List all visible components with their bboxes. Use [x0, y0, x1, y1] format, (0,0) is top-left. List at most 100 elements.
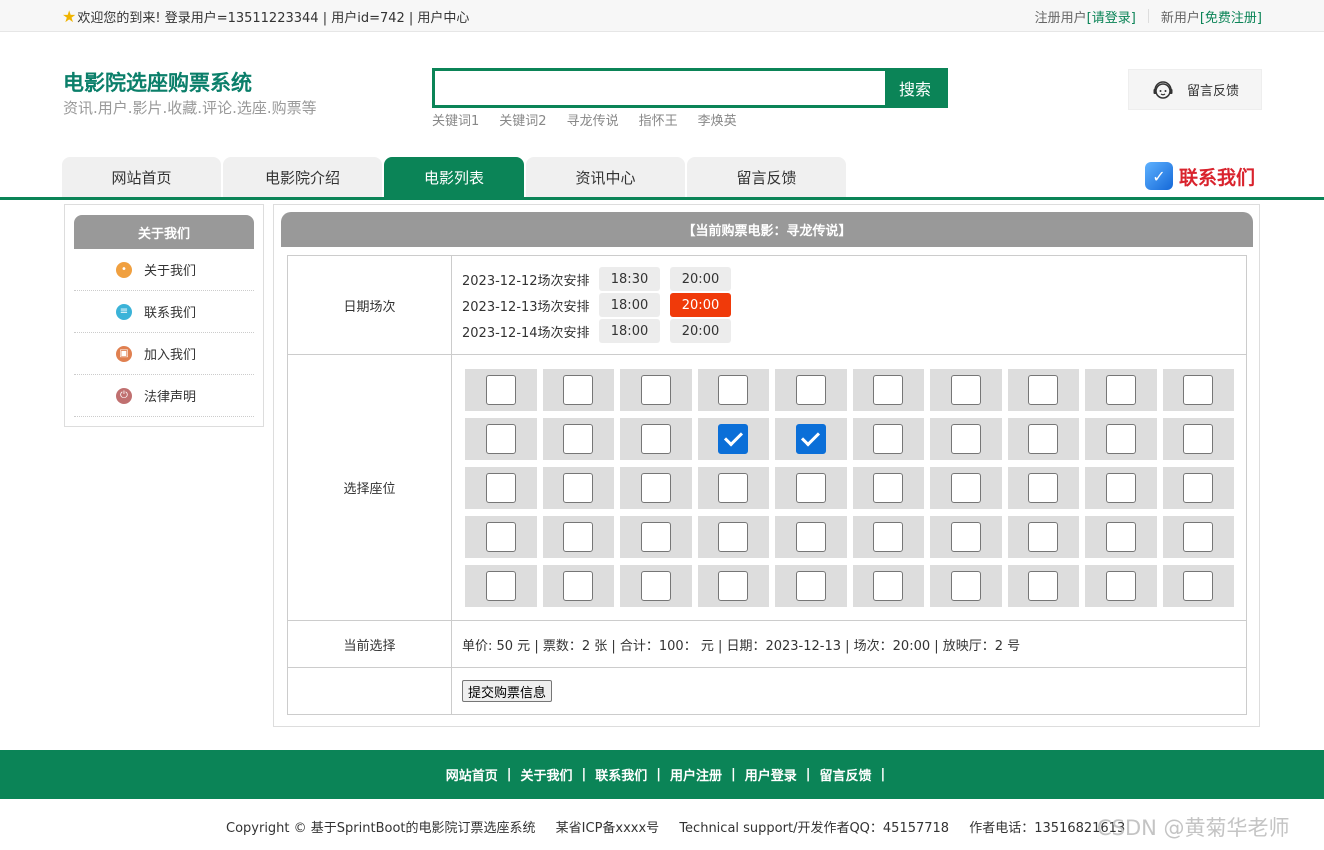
seat-cell — [465, 515, 537, 558]
footer-link[interactable]: 留言反馈 — [812, 765, 880, 784]
search-box: 搜索 — [432, 68, 948, 108]
seat-checkbox[interactable] — [873, 423, 904, 454]
showtime-button[interactable]: 18:30 — [599, 267, 660, 291]
seat-checkbox[interactable] — [640, 472, 671, 503]
nav-tab[interactable]: 留言反馈 — [687, 157, 846, 197]
sidebar-item[interactable]: • 关于我们 — [74, 249, 254, 291]
hot-keyword-link[interactable]: 寻龙传说 — [567, 110, 619, 129]
hot-keyword-link[interactable]: 关键词2 — [499, 110, 546, 129]
seat-checkbox[interactable] — [1105, 374, 1136, 405]
sidebar-item[interactable]: ≡ 联系我们 — [74, 291, 254, 333]
seat-checkbox[interactable] — [485, 423, 516, 454]
showtime-button[interactable]: 20:00 — [670, 319, 731, 343]
sidebar-item[interactable]: ▣ 加入我们 — [74, 333, 254, 375]
hot-keyword-link[interactable]: 关键词1 — [432, 110, 479, 129]
nav-tab[interactable]: 网站首页 — [62, 157, 221, 197]
seat-checkbox[interactable] — [873, 570, 904, 601]
schedule-row: 日期场次 2023-12-12场次安排 18:30 20:00 2023-12-13场… — [288, 256, 1246, 355]
seat-checkbox[interactable] — [718, 423, 749, 454]
feedback-button[interactable]: 留言反馈 — [1128, 69, 1262, 110]
copyright-bar: Copyright © 基于SprintBoot的电影院订票选座系统 某省ICP… — [226, 817, 1141, 836]
seat-checkbox[interactable] — [1105, 570, 1136, 601]
search-input[interactable] — [435, 71, 885, 105]
footer-link[interactable]: 联系我们 — [587, 765, 655, 784]
seat-checkbox[interactable] — [718, 521, 749, 552]
seat-checkbox[interactable] — [563, 472, 594, 503]
free-register-link[interactable]: [免费注册] — [1200, 7, 1262, 26]
search-button[interactable]: 搜索 — [885, 71, 945, 105]
seat-checkbox[interactable] — [1183, 570, 1214, 601]
footer-link[interactable]: 网站首页 — [438, 765, 506, 784]
booking-table: 日期场次 2023-12-12场次安排 18:30 20:00 2023-12-13场… — [287, 255, 1247, 715]
showtime-button[interactable]: 20:00 — [670, 293, 731, 317]
seat-cell — [620, 564, 692, 607]
seat-checkbox[interactable] — [640, 521, 671, 552]
submit-ticket-button[interactable]: 提交购票信息 — [462, 680, 552, 702]
seat-checkbox[interactable] — [563, 521, 594, 552]
seat-checkbox[interactable] — [485, 570, 516, 601]
seat-checkbox[interactable] — [1183, 374, 1214, 405]
seat-checkbox[interactable] — [485, 521, 516, 552]
seat-checkbox[interactable] — [640, 374, 671, 405]
seat-cell — [697, 564, 769, 607]
seat-checkbox[interactable] — [485, 374, 516, 405]
contact-us-logo[interactable]: ✓ 联系我们 — [1145, 162, 1255, 190]
seat-checkbox[interactable] — [873, 374, 904, 405]
login-link[interactable]: [请登录] — [1087, 7, 1136, 26]
star-icon: ★ — [62, 6, 77, 26]
sidebar-item-label: 法律声明 — [144, 390, 197, 405]
seat-checkbox[interactable] — [1105, 423, 1136, 454]
submit-row: 提交购票信息 — [288, 668, 1246, 714]
seat-checkbox[interactable] — [873, 472, 904, 503]
seat-checkbox[interactable] — [563, 423, 594, 454]
seat-cell — [1007, 417, 1079, 460]
seat-checkbox[interactable] — [795, 472, 826, 503]
sidebar-item[interactable]: ⏻ 法律声明 — [74, 375, 254, 417]
seat-checkbox[interactable] — [640, 423, 671, 454]
schedule-label: 日期场次 — [288, 256, 452, 354]
seat-checkbox[interactable] — [718, 570, 749, 601]
footer-link[interactable]: 用户注册 — [662, 765, 730, 784]
hot-keyword-link[interactable]: 李焕英 — [698, 110, 737, 129]
nav-tab[interactable]: 资讯中心 — [526, 157, 685, 197]
footer-link[interactable]: 关于我们 — [512, 765, 580, 784]
seat-checkbox[interactable] — [485, 472, 516, 503]
showtime-button[interactable]: 18:00 — [599, 319, 660, 343]
welcome-text: 欢迎您的到来! 登录用户=13511223344 | 用户id=742 | 用户… — [77, 11, 470, 26]
seat-checkbox[interactable] — [795, 374, 826, 405]
seat-checkbox[interactable] — [950, 521, 981, 552]
showtime-button[interactable]: 20:00 — [670, 267, 731, 291]
site-title[interactable]: 电影院选座购票系统 — [63, 67, 252, 97]
seat-checkbox[interactable] — [640, 570, 671, 601]
seat-checkbox[interactable] — [718, 374, 749, 405]
seat-checkbox[interactable] — [795, 570, 826, 601]
seat-checkbox[interactable] — [1028, 472, 1059, 503]
seat-checkbox[interactable] — [1028, 374, 1059, 405]
seat-cell — [930, 417, 1002, 460]
seat-checkbox[interactable] — [950, 570, 981, 601]
seat-checkbox[interactable] — [563, 374, 594, 405]
seat-checkbox[interactable] — [563, 570, 594, 601]
seat-checkbox[interactable] — [718, 472, 749, 503]
seat-cell — [697, 515, 769, 558]
seat-checkbox[interactable] — [873, 521, 904, 552]
hot-keyword-link[interactable]: 指怀王 — [639, 110, 678, 129]
seat-checkbox[interactable] — [950, 423, 981, 454]
seat-checkbox[interactable] — [1183, 521, 1214, 552]
seat-checkbox[interactable] — [1183, 423, 1214, 454]
seat-checkbox[interactable] — [795, 521, 826, 552]
seat-checkbox[interactable] — [795, 423, 826, 454]
seat-checkbox[interactable] — [950, 472, 981, 503]
footer-link[interactable]: 用户登录 — [737, 765, 805, 784]
seat-checkbox[interactable] — [1028, 521, 1059, 552]
seat-cell — [697, 417, 769, 460]
showtime-button[interactable]: 18:00 — [599, 293, 660, 317]
nav-tab[interactable]: 电影列表 — [384, 157, 524, 197]
seat-checkbox[interactable] — [1028, 570, 1059, 601]
seat-checkbox[interactable] — [1028, 423, 1059, 454]
seat-checkbox[interactable] — [1105, 521, 1136, 552]
seat-checkbox[interactable] — [1105, 472, 1136, 503]
nav-tab[interactable]: 电影院介绍 — [223, 157, 382, 197]
seat-checkbox[interactable] — [1183, 472, 1214, 503]
seat-checkbox[interactable] — [950, 374, 981, 405]
